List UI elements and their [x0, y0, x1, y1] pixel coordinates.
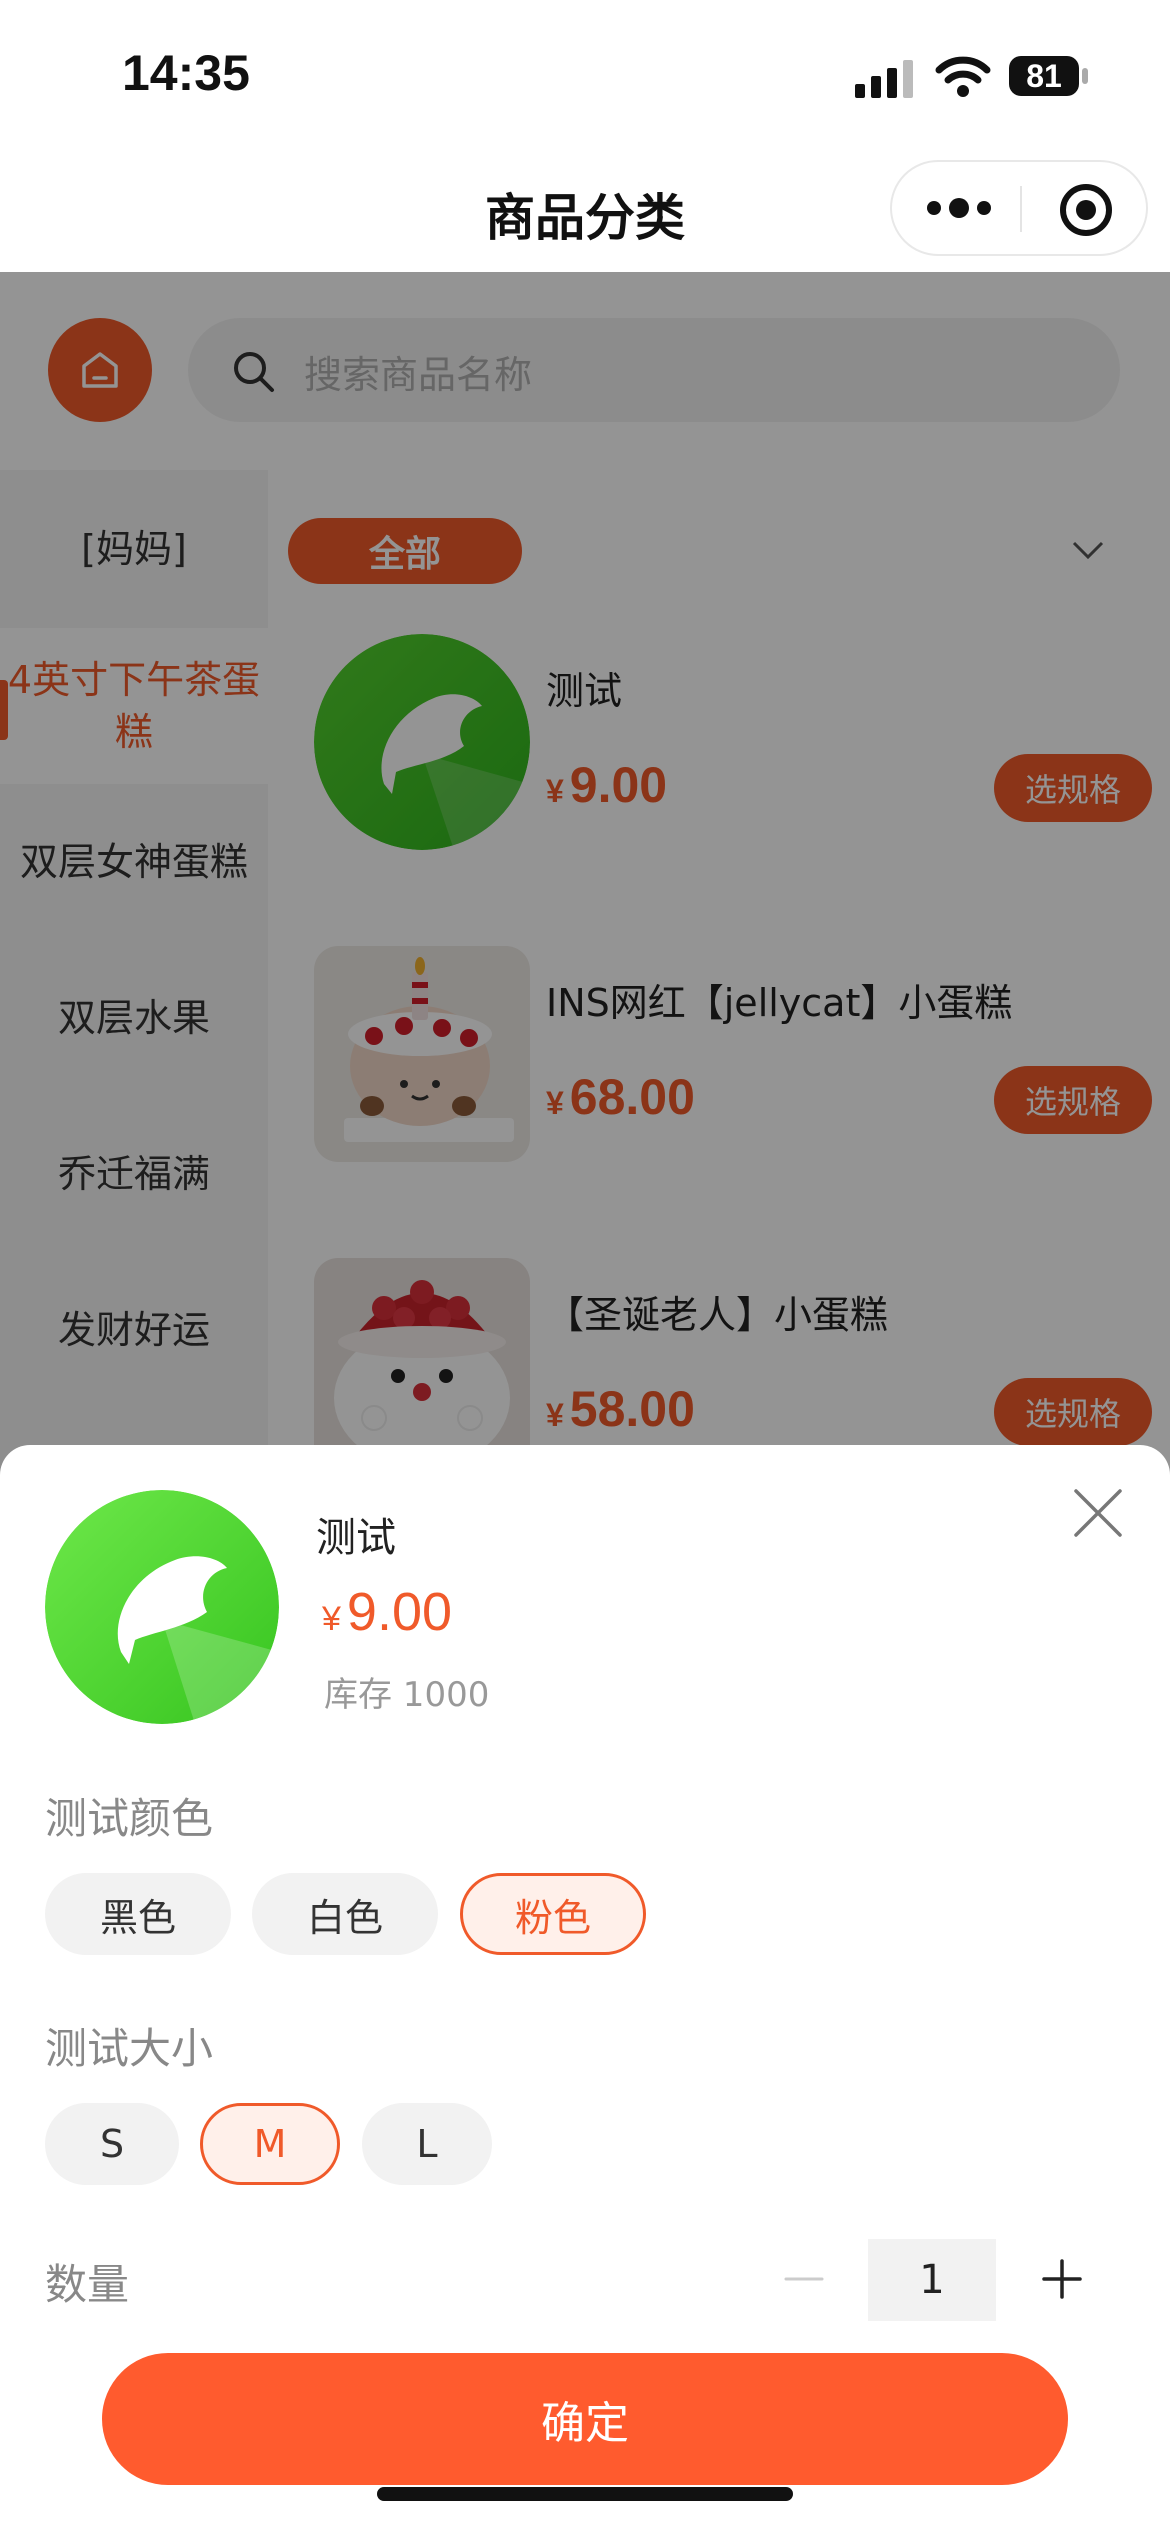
cellular-signal-icon — [855, 60, 913, 98]
sheet-product-image — [45, 1490, 279, 1724]
sheet-stock: 库存 1000 — [324, 1675, 490, 1715]
sheet-product-name: 测试 — [316, 1515, 396, 1561]
battery-icon: 81 — [1008, 54, 1090, 98]
increase-quantity-icon[interactable] — [1040, 2257, 1084, 2301]
capsule-divider — [1020, 186, 1022, 232]
battery-level: 81 — [1026, 58, 1062, 94]
option-size-l[interactable]: L — [362, 2103, 492, 2185]
confirm-button[interactable]: 确定 — [102, 2353, 1068, 2485]
decrease-quantity-icon[interactable] — [782, 2257, 826, 2301]
more-options-icon[interactable] — [924, 188, 994, 228]
option-color-black[interactable]: 黑色 — [45, 1873, 231, 1955]
option-color-pink[interactable]: 粉色 — [460, 1873, 646, 1955]
sheet-product-price: ¥9.00 — [322, 1582, 453, 1642]
close-icon[interactable] — [1072, 1487, 1124, 1539]
quantity-input[interactable]: 1 — [868, 2239, 996, 2321]
color-group-title: 测试颜色 — [45, 1794, 214, 1843]
spec-selection-sheet: 测试 ¥9.00 库存 1000 测试颜色 黑色 白色 粉色 测试大小 S M … — [0, 1445, 1170, 2532]
close-mini-program-icon[interactable] — [1058, 182, 1114, 238]
status-time: 14:35 — [122, 45, 250, 101]
quantity-label: 数量 — [45, 2260, 130, 2309]
nav-bar: 商品分类 — [0, 150, 1170, 272]
option-color-white[interactable]: 白色 — [252, 1873, 438, 1955]
home-indicator — [377, 2487, 793, 2501]
mini-program-capsule — [890, 160, 1148, 256]
option-size-m[interactable]: M — [200, 2103, 340, 2185]
status-bar: 14:35 81 — [0, 0, 1170, 150]
size-group-title: 测试大小 — [45, 2024, 214, 2073]
option-size-s[interactable]: S — [45, 2103, 179, 2185]
wifi-icon — [935, 56, 991, 97]
